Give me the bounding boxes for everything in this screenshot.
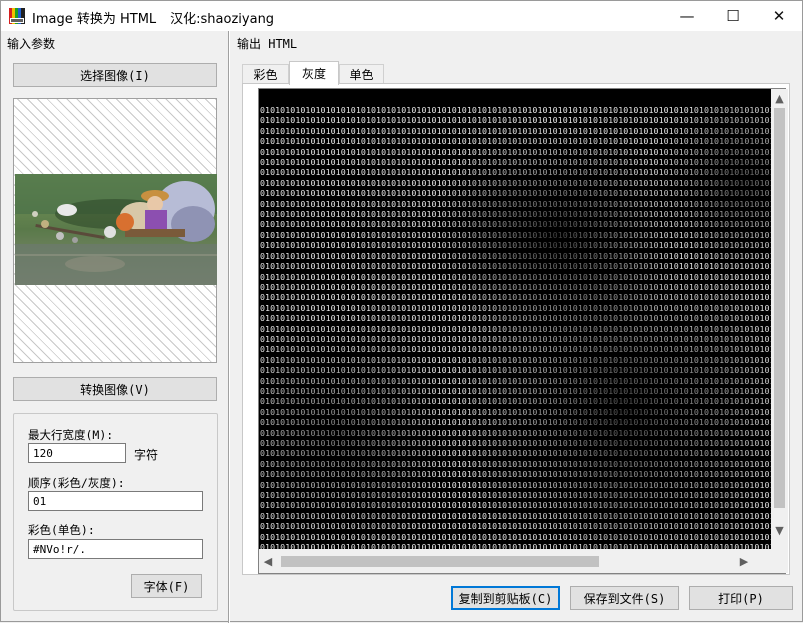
- max-width-unit: 字符: [134, 448, 159, 462]
- html-output-view[interactable]: 0101010101010101010101010101010101010101…: [259, 89, 771, 549]
- minimize-button[interactable]: —: [664, 1, 710, 31]
- max-width-input[interactable]: [28, 443, 126, 463]
- select-image-button[interactable]: 选择图像(I): [13, 63, 217, 87]
- window-title-credit: 汉化:shaoziyang: [170, 12, 275, 27]
- horizontal-scroll-thumb[interactable]: [281, 556, 599, 567]
- vertical-scrollbar[interactable]: ▲ ▼: [771, 89, 788, 549]
- save-to-file-button[interactable]: 保存到文件(S): [570, 586, 679, 610]
- color-chars-input[interactable]: [28, 539, 203, 559]
- max-width-label: 最大行宽度(M):: [28, 428, 114, 442]
- close-button[interactable]: ✕: [756, 1, 802, 31]
- order-input[interactable]: [28, 491, 203, 511]
- tab-grayscale[interactable]: 灰度: [289, 61, 339, 85]
- app-icon: [9, 8, 25, 24]
- color-label: 彩色(单色):: [28, 523, 95, 537]
- font-button[interactable]: 字体(F): [131, 574, 202, 598]
- scroll-down-icon[interactable]: ▼: [771, 521, 788, 539]
- input-params-heading: 输入参数: [7, 37, 56, 51]
- maximize-icon: ☐: [726, 7, 740, 25]
- app-window: Image 转换为 HTML 汉化:shaoziyang — ☐ ✕ 输入参数 选…: [0, 0, 803, 623]
- preview-image: [15, 174, 217, 285]
- minimize-icon: —: [679, 7, 695, 25]
- scroll-right-icon[interactable]: ▶: [735, 549, 753, 573]
- scroll-left-icon[interactable]: ◀: [259, 549, 277, 573]
- copy-to-clipboard-button[interactable]: 复制到剪贴板(C): [451, 586, 560, 610]
- ascii-art-text: 0101010101010101010101010101010101010101…: [260, 105, 771, 549]
- close-icon: ✕: [772, 7, 786, 25]
- scroll-corner: [771, 549, 788, 573]
- tab-color[interactable]: 彩色: [242, 64, 289, 83]
- vertical-scroll-thumb[interactable]: [774, 108, 785, 508]
- window-title: Image 转换为 HTML 汉化:shaoziyang: [32, 8, 274, 27]
- horizontal-scrollbar[interactable]: ◀ ▶: [259, 549, 771, 573]
- title-bar[interactable]: Image 转换为 HTML 汉化:shaoziyang — ☐ ✕: [1, 1, 802, 31]
- scroll-up-icon[interactable]: ▲: [771, 89, 788, 107]
- image-preview: [13, 98, 217, 363]
- output-html-heading: 输出 HTML: [237, 37, 298, 51]
- order-label: 顺序(彩色/灰度):: [28, 476, 125, 490]
- convert-image-button[interactable]: 转换图像(V): [13, 377, 217, 401]
- panel-divider[interactable]: [228, 31, 230, 623]
- tab-mono[interactable]: 单色: [339, 64, 384, 83]
- window-title-app: Image 转换为 HTML: [32, 12, 157, 27]
- print-button[interactable]: 打印(P): [689, 586, 793, 610]
- maximize-button[interactable]: ☐: [710, 1, 756, 31]
